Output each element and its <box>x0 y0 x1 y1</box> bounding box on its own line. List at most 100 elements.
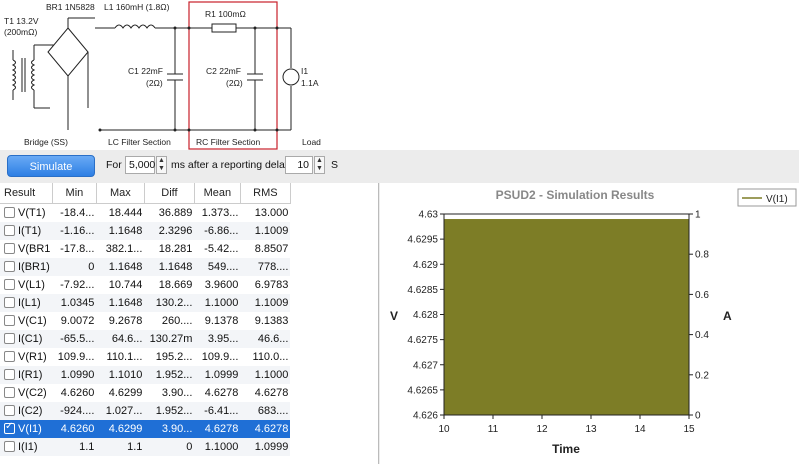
table-row[interactable]: V(C2) 4.6260 4.6299 3.90... 4.6278 4.6278 <box>0 384 290 402</box>
duration-stepper[interactable]: ▲ ▼ <box>156 156 167 174</box>
max-cell: 64.6... <box>96 330 145 348</box>
result-cell[interactable]: V(L1) <box>0 276 52 294</box>
result-checkbox[interactable] <box>4 297 15 308</box>
result-checkbox[interactable] <box>4 243 15 254</box>
section-rc-filter[interactable]: RC Filter Section <box>196 137 261 147</box>
table-row[interactable]: I(C2) -924.... 1.027... 1.952... -6.41... 683… <box>0 402 291 420</box>
chart-legend[interactable]: V(I1) <box>737 188 797 207</box>
result-checkbox[interactable] <box>4 315 15 326</box>
table-row[interactable]: V(C1) 9.0072 9.2678 260.... 9.1378 9.1383 <box>0 312 290 330</box>
result-checkbox[interactable] <box>4 441 15 452</box>
y-tick-label: 4.629 <box>413 260 438 271</box>
table-row[interactable]: I(R1) 1.0990 1.1010 1.952... 1.0999 1.1000 <box>0 366 291 384</box>
result-checkbox[interactable] <box>4 387 15 398</box>
result-checkbox[interactable] <box>4 261 15 272</box>
result-checkbox[interactable] <box>4 225 15 236</box>
section-bridge[interactable]: Bridge (SS) <box>24 137 68 147</box>
result-cell[interactable]: V(R1) <box>0 348 52 366</box>
max-cell: 1.1648 <box>96 222 145 240</box>
min-cell: 1.1 <box>52 438 97 456</box>
result-cell[interactable]: I(R1) <box>0 366 53 384</box>
result-cell[interactable]: I(BR1) <box>0 258 53 276</box>
table-row[interactable]: I(C1) -65.5... 64.6... 130.27m 3.95... 46.6..… <box>0 330 291 348</box>
result-checkbox[interactable] <box>4 333 15 344</box>
simulation-chart: PSUD2 - Simulation Results V(I1) V A Tim… <box>380 183 799 464</box>
result-name: I(R1) <box>18 369 43 381</box>
duration-input[interactable]: 5,000 <box>125 156 155 174</box>
y-tick-label: 4.63 <box>419 210 439 221</box>
result-name: I(L1) <box>18 297 41 309</box>
max-cell: 18.444 <box>108 207 143 219</box>
delay-input[interactable]: 10 <box>285 156 313 174</box>
max-cell: 382.1... <box>105 243 143 255</box>
circuit-schematic[interactable]: T1 13.2V (200mΩ) BR1 1N5828 L1 160mH (1.… <box>0 0 799 150</box>
min-cell: 9.0072 <box>60 315 95 327</box>
min-cell: -65.5... <box>52 330 97 348</box>
diff-cell: 1.952... <box>144 366 195 384</box>
result-cell[interactable]: I(L1) <box>0 294 53 312</box>
transformer-resistance: (200mΩ) <box>4 27 37 37</box>
section-lc-filter[interactable]: LC Filter Section <box>108 137 171 147</box>
chevron-up-icon[interactable]: ▲ <box>157 157 166 165</box>
diff-cell: 3.90... <box>144 420 195 438</box>
result-name: V(I1) <box>18 423 42 435</box>
table-row[interactable]: V(I1)4.62604.62993.90...4.62784.6278 <box>0 420 291 438</box>
column-header-result[interactable]: Result <box>0 183 53 204</box>
result-checkbox[interactable] <box>4 207 15 218</box>
chevron-down-icon[interactable]: ▼ <box>315 165 324 173</box>
result-cell[interactable]: I(I1) <box>0 438 53 456</box>
table-scrollbar[interactable] <box>368 203 376 461</box>
x-tick-label: 12 <box>536 424 548 435</box>
table-row[interactable]: I(BR1) 0 1.1648 1.1648 549.... 778.... <box>0 258 291 276</box>
diff-cell: 1.1648 <box>144 258 195 276</box>
y-tick-label: 4.6285 <box>407 285 438 296</box>
result-cell[interactable]: V(I1) <box>0 420 53 438</box>
chevron-down-icon[interactable]: ▼ <box>157 165 166 173</box>
rms-cell: 4.6278 <box>240 420 291 438</box>
column-header-min[interactable]: Min <box>52 183 97 204</box>
result-cell[interactable]: I(C1) <box>0 330 53 348</box>
result-cell[interactable]: I(T1) <box>0 222 53 240</box>
table-row[interactable]: I(T1) -1.16... 1.1648 2.3296 -6.86... 1.1009 <box>0 222 291 240</box>
table-row[interactable]: I(L1) 1.0345 1.1648 130.2... 1.1000 1.1009 <box>0 294 291 312</box>
result-checkbox[interactable] <box>4 405 15 416</box>
result-name: V(C2) <box>18 387 47 399</box>
result-cell[interactable]: V(C2) <box>0 384 52 402</box>
max-cell: 1.1648 <box>96 258 145 276</box>
diff-cell: 2.3296 <box>144 222 195 240</box>
diff-cell: 3.90... <box>161 387 193 399</box>
y-tick-label: 4.6265 <box>407 385 438 396</box>
chevron-up-icon[interactable]: ▲ <box>315 157 324 165</box>
result-name: I(C2) <box>18 405 43 417</box>
result-cell[interactable]: V(C1) <box>0 312 52 330</box>
min-cell: -7.92... <box>60 279 95 291</box>
table-row[interactable]: V(BR1 -17.8... 382.1... 18.281 -5.42... 8.850… <box>0 240 290 258</box>
result-cell[interactable]: V(T1) <box>0 204 52 223</box>
result-checkbox[interactable] <box>4 351 15 362</box>
x-tick-label: 13 <box>585 424 597 435</box>
table-row[interactable]: V(L1) -7.92... 10.744 18.669 3.9600 6.9783 <box>0 276 290 294</box>
result-cell[interactable]: I(C2) <box>0 402 53 420</box>
column-header-mean[interactable]: Mean <box>194 183 241 204</box>
min-cell: 4.6260 <box>52 420 97 438</box>
column-header-max[interactable]: Max <box>96 183 145 204</box>
column-header-rms[interactable]: RMS <box>240 183 291 204</box>
load-name: I1 <box>301 66 308 76</box>
table-row[interactable]: I(I1) 1.1 1.1 0 1.1000 1.0999 <box>0 438 291 456</box>
table-row[interactable]: V(T1) -18.4... 18.444 36.889 1.373... 13.000 <box>0 204 290 223</box>
y-tick-label: 4.626 <box>413 411 438 422</box>
y-tick-label: 4.628 <box>413 310 438 321</box>
table-row[interactable]: V(R1) 109.9... 110.1... 195.2... 109.9... 110… <box>0 348 290 366</box>
result-checkbox[interactable] <box>4 369 15 380</box>
result-checkbox[interactable] <box>4 279 15 290</box>
result-checkbox[interactable] <box>4 421 15 434</box>
section-load[interactable]: Load <box>302 137 321 147</box>
y-tick-label: 4.627 <box>413 360 438 371</box>
result-cell[interactable]: V(BR1 <box>0 240 52 258</box>
y-tick-label: 4.6275 <box>407 335 438 346</box>
y2-tick-label: 0.8 <box>695 250 709 261</box>
column-header-diff[interactable]: Diff <box>144 183 195 204</box>
simulate-button[interactable]: Simulate <box>7 155 95 177</box>
diff-cell: 18.669 <box>158 279 193 291</box>
delay-stepper[interactable]: ▲ ▼ <box>314 156 325 174</box>
